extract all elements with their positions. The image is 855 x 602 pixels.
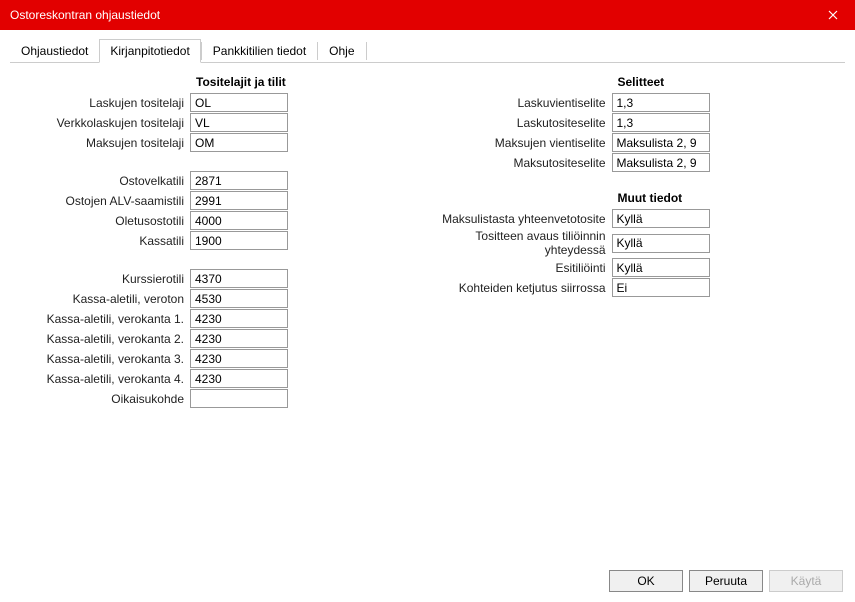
label: Maksujen tositelaji <box>10 136 190 150</box>
section-header-tositelajit: Tositelajit ja tilit <box>10 75 428 89</box>
field-laskutositeselite[interactable] <box>612 113 710 132</box>
apply-button[interactable]: Käytä <box>769 570 843 592</box>
tab-ohjaustiedot[interactable]: Ohjaustiedot <box>10 39 99 63</box>
tab-pankkitilien-tiedot[interactable]: Pankkitilien tiedot <box>202 39 317 63</box>
field-kassatili[interactable] <box>190 231 288 250</box>
field-ostovelkatili[interactable] <box>190 171 288 190</box>
window-title: Ostoreskontran ohjaustiedot <box>10 8 160 22</box>
right-column: Selitteet Laskuvientiselite Laskutosites… <box>428 75 846 409</box>
row-oletusostotili: Oletusostotili <box>10 211 428 230</box>
row-kassa-aletili-vk1: Kassa-aletili, verokanta 1. <box>10 309 428 328</box>
field-tositteen-avaus[interactable] <box>612 234 710 253</box>
ok-button[interactable]: OK <box>609 570 683 592</box>
field-kassa-aletili-vk4[interactable] <box>190 369 288 388</box>
label: Kassa-aletili, verokanta 3. <box>10 352 190 366</box>
field-maksutositeselite[interactable] <box>612 153 710 172</box>
row-kassatili: Kassatili <box>10 231 428 250</box>
field-verkkolaskujen-tositelaji[interactable] <box>190 113 288 132</box>
row-tositteen-avaus: Tositteen avaus tiliöinnin yhteydessä <box>428 229 846 257</box>
field-kassa-aletili-vk3[interactable] <box>190 349 288 368</box>
field-kassa-aletili-vk1[interactable] <box>190 309 288 328</box>
row-kassa-aletili-vk2: Kassa-aletili, verokanta 2. <box>10 329 428 348</box>
tab-kirjanpitotiedot[interactable]: Kirjanpitotiedot <box>99 39 200 63</box>
label: Kassa-aletili, veroton <box>10 292 190 306</box>
row-maksujen-vientiselite: Maksujen vientiselite <box>428 133 846 152</box>
left-column: Tositelajit ja tilit Laskujen tositelaji… <box>10 75 428 409</box>
row-ostovelkatili: Ostovelkatili <box>10 171 428 190</box>
field-oletusostotili[interactable] <box>190 211 288 230</box>
form-panel: Tositelajit ja tilit Laskujen tositelaji… <box>10 63 845 409</box>
label: Oikaisukohde <box>10 392 190 406</box>
field-laskujen-tositelaji[interactable] <box>190 93 288 112</box>
label: Maksujen vientiselite <box>428 136 612 150</box>
row-verkkolaskujen-tositelaji: Verkkolaskujen tositelaji <box>10 113 428 132</box>
field-kohteiden-ketjutus[interactable] <box>612 278 710 297</box>
row-esitiliointi: Esitiliöinti <box>428 258 846 277</box>
row-kassa-aletili-veroton: Kassa-aletili, veroton <box>10 289 428 308</box>
label: Esitiliöinti <box>428 261 612 275</box>
button-bar: OK Peruuta Käytä <box>609 570 843 592</box>
field-ostojen-alv-saamistili[interactable] <box>190 191 288 210</box>
close-icon <box>828 10 838 20</box>
row-kohteiden-ketjutus: Kohteiden ketjutus siirrossa <box>428 278 846 297</box>
row-maksujen-tositelaji: Maksujen tositelaji <box>10 133 428 152</box>
row-kurssierotili: Kurssierotili <box>10 269 428 288</box>
label: Ostovelkatili <box>10 174 190 188</box>
field-esitiliointi[interactable] <box>612 258 710 277</box>
field-laskuvientiselite[interactable] <box>612 93 710 112</box>
row-oikaisukohde: Oikaisukohde <box>10 389 428 408</box>
label: Maksutositeselite <box>428 156 612 170</box>
tab-bar: Ohjaustiedot Kirjanpitotiedot Pankkitili… <box>10 38 845 63</box>
field-kassa-aletili-veroton[interactable] <box>190 289 288 308</box>
label: Kassatili <box>10 234 190 248</box>
field-maksujen-vientiselite[interactable] <box>612 133 710 152</box>
label: Tositteen avaus tiliöinnin yhteydessä <box>428 229 612 257</box>
label: Ostojen ALV-saamistili <box>10 194 190 208</box>
section-header-selitteet: Selitteet <box>428 75 846 89</box>
label: Kurssierotili <box>10 272 190 286</box>
row-laskuvientiselite: Laskuvientiselite <box>428 93 846 112</box>
row-laskujen-tositelaji: Laskujen tositelaji <box>10 93 428 112</box>
field-oikaisukohde[interactable] <box>190 389 288 408</box>
field-maksulistasta-yhteenveto[interactable] <box>612 209 710 228</box>
row-maksutositeselite: Maksutositeselite <box>428 153 846 172</box>
titlebar: Ostoreskontran ohjaustiedot <box>0 0 855 30</box>
label: Laskuvientiselite <box>428 96 612 110</box>
label: Laskutositeselite <box>428 116 612 130</box>
row-maksulistasta-yhteenveto: Maksulistasta yhteenvetotosite <box>428 209 846 228</box>
row-laskutositeselite: Laskutositeselite <box>428 113 846 132</box>
field-maksujen-tositelaji[interactable] <box>190 133 288 152</box>
label: Verkkolaskujen tositelaji <box>10 116 190 130</box>
field-kurssierotili[interactable] <box>190 269 288 288</box>
tab-separator <box>366 42 367 60</box>
tab-ohje[interactable]: Ohje <box>318 39 365 63</box>
section-header-muut-tiedot: Muut tiedot <box>428 191 846 205</box>
label: Kassa-aletili, verokanta 1. <box>10 312 190 326</box>
row-ostojen-alv-saamistili: Ostojen ALV-saamistili <box>10 191 428 210</box>
label: Maksulistasta yhteenvetotosite <box>428 212 612 226</box>
label: Kassa-aletili, verokanta 2. <box>10 332 190 346</box>
label: Kassa-aletili, verokanta 4. <box>10 372 190 386</box>
label: Oletusostotili <box>10 214 190 228</box>
field-kassa-aletili-vk2[interactable] <box>190 329 288 348</box>
cancel-button[interactable]: Peruuta <box>689 570 763 592</box>
label: Laskujen tositelaji <box>10 96 190 110</box>
row-kassa-aletili-vk4: Kassa-aletili, verokanta 4. <box>10 369 428 388</box>
row-kassa-aletili-vk3: Kassa-aletili, verokanta 3. <box>10 349 428 368</box>
content-area: Ohjaustiedot Kirjanpitotiedot Pankkitili… <box>0 30 855 560</box>
label: Kohteiden ketjutus siirrossa <box>428 281 612 295</box>
close-button[interactable] <box>810 0 855 30</box>
